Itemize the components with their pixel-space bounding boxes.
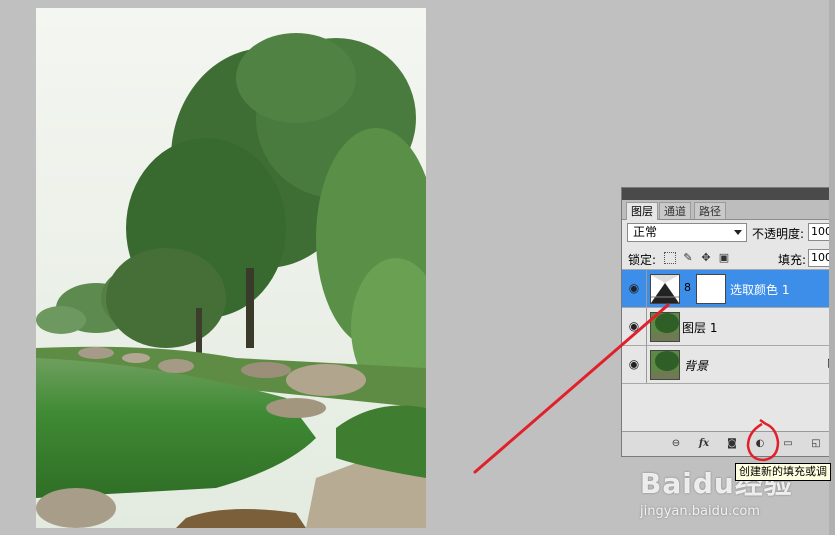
move-icon[interactable]: ✥ bbox=[700, 252, 712, 264]
opacity-label: 不透明度: bbox=[752, 227, 805, 241]
fx-icon[interactable]: fx bbox=[696, 437, 712, 451]
lock-row: 锁定: ✎ ✥ ▣ 填充: 100% bbox=[622, 247, 835, 270]
tab-layers[interactable]: 图层 bbox=[626, 202, 658, 220]
lock-transparency-icon[interactable] bbox=[664, 252, 676, 264]
divider bbox=[646, 346, 647, 383]
blend-mode-select[interactable]: 正常 bbox=[627, 223, 747, 242]
layer-mask-thumbnail[interactable] bbox=[696, 274, 726, 304]
fill-label: 填充: bbox=[778, 253, 807, 267]
new-layer-icon[interactable]: ◱ bbox=[808, 437, 824, 451]
document-canvas[interactable] bbox=[36, 8, 426, 528]
lock-icon[interactable]: ▣ bbox=[718, 252, 730, 264]
divider bbox=[646, 308, 647, 345]
layer-name[interactable]: 选取颜色 1 bbox=[730, 281, 789, 298]
blend-row: 正常 不透明度: 100% bbox=[622, 221, 835, 245]
layer-row-background[interactable]: ◉ 背景 ▣ bbox=[622, 346, 835, 384]
chain-link-icon[interactable]: 8 bbox=[684, 281, 691, 294]
group-icon[interactable]: ▭ bbox=[780, 437, 796, 451]
panel-tab-bar: 图层 通道 路径 bbox=[622, 200, 835, 220]
watermark-url: jingyan.baidu.com bbox=[640, 504, 760, 519]
tab-channels[interactable]: 通道 bbox=[659, 202, 691, 219]
link-icon[interactable]: ⊖ bbox=[668, 437, 684, 451]
eye-icon[interactable]: ◉ bbox=[625, 280, 643, 296]
adjustment-icon[interactable]: ◐ bbox=[752, 437, 768, 451]
adjustment-thumbnail bbox=[650, 274, 680, 304]
eye-icon[interactable]: ◉ bbox=[625, 356, 643, 372]
chevron-down-icon bbox=[734, 230, 742, 235]
layer-name[interactable]: 图层 1 bbox=[682, 319, 717, 336]
layer-row-layer-1[interactable]: ◉ 图层 1 bbox=[622, 308, 835, 346]
scrollbar[interactable] bbox=[829, 0, 835, 535]
lock-label: 锁定: bbox=[628, 253, 657, 267]
lake-photo bbox=[36, 8, 426, 528]
blend-mode-value: 正常 bbox=[633, 225, 658, 239]
panel-footer: ⊖ fx ◙ ◐ ▭ ◱ bbox=[622, 431, 835, 456]
layer-row-selective-color[interactable]: ◉ 8 选取颜色 1 bbox=[622, 270, 835, 308]
layer-thumbnail bbox=[650, 312, 680, 342]
layer-name[interactable]: 背景 bbox=[684, 357, 708, 374]
divider bbox=[646, 270, 647, 307]
brush-icon[interactable]: ✎ bbox=[682, 252, 694, 264]
mask-icon[interactable]: ◙ bbox=[724, 437, 740, 451]
tooltip: 创建新的填充或调 bbox=[735, 463, 831, 481]
eye-icon[interactable]: ◉ bbox=[625, 318, 643, 334]
panel-title-bar[interactable] bbox=[622, 188, 835, 200]
layer-thumbnail bbox=[650, 350, 680, 380]
tab-paths[interactable]: 路径 bbox=[694, 202, 726, 219]
layers-panel: 图层 通道 路径 正常 不透明度: 100% 锁定: ✎ ✥ ▣ 填充: 100… bbox=[621, 187, 835, 457]
